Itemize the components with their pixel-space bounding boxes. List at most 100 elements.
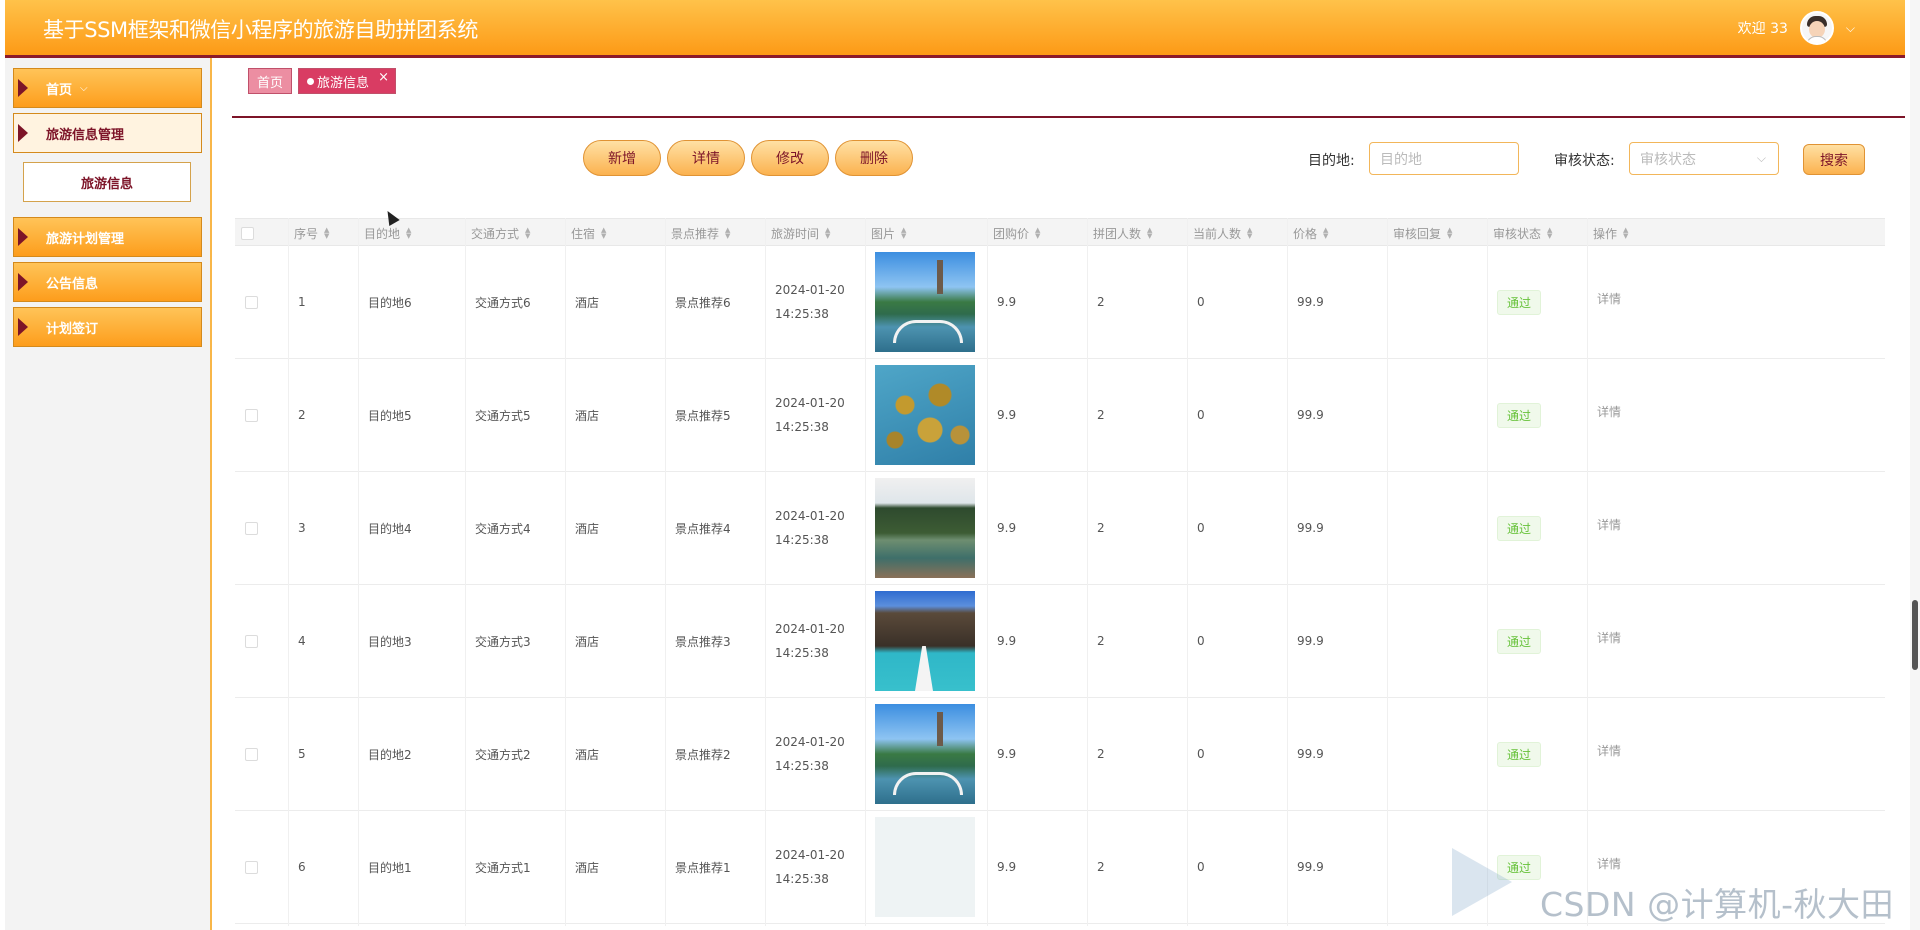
sort-icon[interactable]: ▲ ▼ <box>601 227 606 240</box>
cell-no: 6 <box>298 860 306 874</box>
cell-no: 2 <box>298 408 306 422</box>
table-row[interactable]: 2 目的地5 交通方式5 酒店 景点推荐5 2024-01-20 14:25:38 9.9 2… <box>235 359 1885 472</box>
cell-dest: 目的地6 <box>368 295 412 310</box>
sidebar-item-home[interactable]: 首页 ⌵ <box>13 68 202 108</box>
scenery-image <box>875 365 975 465</box>
grid-line <box>1187 218 1188 926</box>
scrollbar-thumb[interactable] <box>1912 600 1918 670</box>
caret-right-icon <box>18 228 28 246</box>
cell-spot: 景点推荐3 <box>675 634 731 649</box>
search-button[interactable]: 搜索 <box>1803 144 1865 175</box>
sidebar-item-announcements[interactable]: 公告信息 <box>13 262 202 302</box>
column-header[interactable]: 图片 ▲ ▼ <box>871 219 906 247</box>
column-header-label: 住宿 <box>571 226 596 241</box>
travel-time: 2024-01-20 14:25:38 <box>775 848 845 886</box>
row-detail-link[interactable]: 详情 <box>1597 855 1621 872</box>
operation-cell: 详情 <box>1597 694 1621 806</box>
cell-price: 99.9 <box>1297 408 1324 422</box>
close-icon[interactable]: × <box>378 70 389 85</box>
edit-button[interactable]: 修改 <box>751 140 829 176</box>
sort-icon[interactable]: ▲ ▼ <box>406 227 411 240</box>
grid-line <box>1287 218 1288 926</box>
scrollbar[interactable] <box>1910 0 1920 930</box>
avatar[interactable] <box>1799 11 1834 45</box>
chevron-down-icon[interactable]: ⌵ <box>1846 21 1855 36</box>
sort-icon[interactable]: ▲ ▼ <box>1247 227 1252 240</box>
sort-icon[interactable]: ▲ ▼ <box>725 227 730 240</box>
table-row[interactable]: 4 目的地3 交通方式3 酒店 景点推荐3 2024-01-20 14:25:38 9.9 2… <box>235 585 1885 698</box>
table-row[interactable]: 3 目的地4 交通方式4 酒店 景点推荐4 2024-01-20 14:25:38 9.9 2… <box>235 472 1885 585</box>
table-row[interactable]: 1 目的地6 交通方式6 酒店 景点推荐6 2024-01-20 14:25:38 9.9 2… <box>235 246 1885 359</box>
chevron-down-icon: ⌵ <box>1756 151 1766 165</box>
breadcrumb-tabs: 首页 旅游信息 × <box>248 68 397 94</box>
cell-no: 5 <box>298 747 306 761</box>
row-checkbox[interactable] <box>245 246 258 358</box>
row-detail-link[interactable]: 详情 <box>1597 742 1621 759</box>
grid-line <box>1487 218 1488 926</box>
cell-dest: 目的地4 <box>368 521 412 536</box>
column-header[interactable]: 拼团人数 ▲ ▼ <box>1093 219 1152 247</box>
cell-spot: 景点推荐5 <box>675 408 731 423</box>
sort-icon[interactable]: ▲ ▼ <box>324 227 329 240</box>
column-header[interactable]: 序号 ▲ ▼ <box>294 219 329 247</box>
user-menu[interactable]: 欢迎 33 ⌵ <box>1738 10 1855 46</box>
row-checkbox[interactable] <box>245 585 258 697</box>
column-header[interactable]: 住宿 ▲ ▼ <box>571 219 606 247</box>
toolbar: 新增 详情 修改 删除 <box>583 140 913 176</box>
column-header-label: 旅游时间 <box>771 226 820 241</box>
status-cell: 通过 <box>1497 585 1542 697</box>
row-detail-link[interactable]: 详情 <box>1597 516 1621 533</box>
row-checkbox[interactable] <box>245 472 258 584</box>
sidebar-item-plan-signing[interactable]: 计划签订 <box>13 307 202 347</box>
column-header[interactable]: 当前人数 ▲ ▼ <box>1193 219 1252 247</box>
column-header[interactable]: 交通方式 ▲ ▼ <box>471 219 530 247</box>
travel-time: 2024-01-20 14:25:38 <box>775 509 845 547</box>
column-header[interactable]: 审核回复 ▲ ▼ <box>1393 219 1452 247</box>
sort-icon[interactable]: ▲ ▼ <box>1447 227 1452 240</box>
delete-button[interactable]: 删除 <box>835 140 913 176</box>
tab-home[interactable]: 首页 <box>248 68 293 94</box>
divider <box>232 116 1905 118</box>
row-detail-link[interactable]: 详情 <box>1597 629 1621 646</box>
time-cell: 2024-01-20 14:25:38 <box>775 246 849 358</box>
cell-current: 0 <box>1197 295 1205 309</box>
sort-icon[interactable]: ▲ ▼ <box>901 227 906 240</box>
column-header[interactable]: 审核状态 ▲ ▼ <box>1493 219 1552 247</box>
cell-transport: 交通方式2 <box>475 747 531 762</box>
table-row[interactable]: 5 目的地2 交通方式2 酒店 景点推荐2 2024-01-20 14:25:38 9.9 2… <box>235 698 1885 811</box>
row-detail-link[interactable]: 详情 <box>1597 290 1621 307</box>
destination-input[interactable]: 目的地 <box>1369 142 1519 175</box>
detail-button[interactable]: 详情 <box>667 140 745 176</box>
sort-icon[interactable]: ▲ ▼ <box>525 227 530 240</box>
row-detail-link[interactable]: 详情 <box>1597 403 1621 420</box>
sort-icon[interactable]: ▲ ▼ <box>1147 227 1152 240</box>
cell-group_price: 9.9 <box>997 521 1017 535</box>
grid-line <box>1387 218 1388 926</box>
row-checkbox[interactable] <box>245 359 258 471</box>
sort-icon[interactable]: ▲ ▼ <box>1035 227 1040 240</box>
add-button[interactable]: 新增 <box>583 140 661 176</box>
column-header[interactable]: 旅游时间 ▲ ▼ <box>771 219 830 247</box>
sort-icon[interactable]: ▲ ▼ <box>1547 227 1552 240</box>
status-cell: 通过 <box>1497 472 1542 584</box>
cell-group_price: 9.9 <box>997 295 1017 309</box>
cell-transport: 交通方式5 <box>475 408 531 423</box>
sidebar-item-travel-plan-management[interactable]: 旅游计划管理 <box>13 217 202 257</box>
select-all-checkbox[interactable] <box>241 219 254 247</box>
column-header[interactable]: 景点推荐 ▲ ▼ <box>671 219 730 247</box>
tab-travel-info[interactable]: 旅游信息 × <box>298 68 397 94</box>
column-header[interactable]: 价格 ▲ ▼ <box>1293 219 1328 247</box>
thumbnail-image <box>875 811 975 923</box>
cell-current: 0 <box>1197 521 1205 535</box>
sort-icon[interactable]: ▲ ▼ <box>1323 227 1328 240</box>
column-header-label: 审核回复 <box>1393 226 1442 241</box>
status-select[interactable]: 审核状态 ⌵ <box>1629 142 1779 175</box>
sidebar-subitem-travel-info[interactable]: 旅游信息 <box>23 162 191 202</box>
column-header[interactable]: 团购价 ▲ ▼ <box>993 219 1040 247</box>
row-checkbox[interactable] <box>245 698 258 810</box>
sidebar-item-travel-info-management[interactable]: 旅游信息管理 <box>13 113 202 153</box>
thumbnail-image <box>875 359 975 471</box>
row-checkbox[interactable] <box>245 811 258 923</box>
sort-icon[interactable]: ▲ ▼ <box>825 227 830 240</box>
sort-icon[interactable]: ▲ ▼ <box>1623 227 1628 240</box>
